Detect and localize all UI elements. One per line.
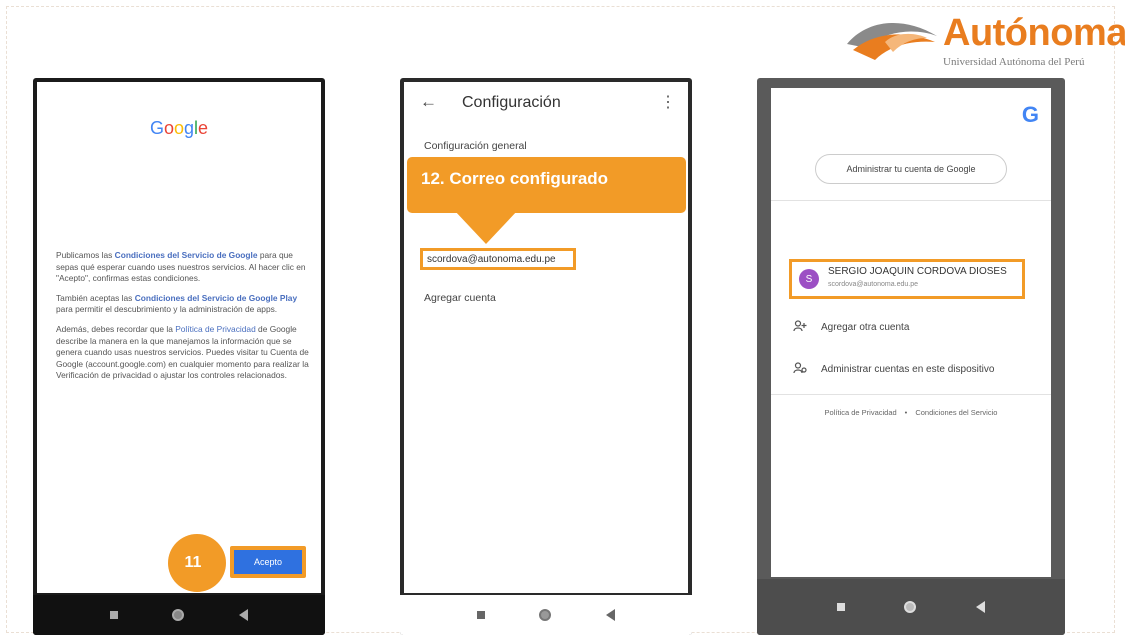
add-person-icon — [793, 320, 815, 335]
logo-subtitle: Universidad Autónoma del Perú — [943, 56, 1085, 68]
app-bar: ← Configuración ⋮ — [404, 82, 688, 126]
google-g-icon: G — [1021, 102, 1039, 127]
recents-icon[interactable] — [477, 611, 486, 619]
terms-text: Publicamos las Condiciones del Servicio … — [56, 250, 309, 381]
callout-text: 12. Correo configurado — [421, 169, 609, 188]
terms-of-service-link[interactable]: Condiciones del Servicio — [915, 408, 997, 417]
phone-settings-screen: ← Configuración ⋮ Configuración general … — [400, 78, 692, 635]
home-icon[interactable] — [539, 609, 552, 621]
kebab-menu-icon[interactable]: ⋮ — [660, 92, 676, 112]
manage-account-button[interactable]: Administrar tu cuenta de Google — [815, 154, 1007, 184]
screen: G Administrar tu cuenta de Google S SERG… — [771, 88, 1051, 577]
google-logo: Google — [149, 118, 209, 138]
account-name: SERGIO JOAQUIN CORDOVA DIOSES — [828, 266, 1007, 277]
accept-button[interactable]: Acepto — [234, 550, 302, 574]
avatar: S — [799, 269, 819, 289]
android-navbar — [400, 595, 692, 635]
privacy-link[interactable]: Política de Privacidad — [175, 324, 256, 334]
add-other-account-item[interactable]: Agregar otra cuenta — [793, 320, 909, 335]
android-navbar — [757, 579, 1065, 635]
section-general[interactable]: Configuración general — [424, 140, 527, 152]
divider — [771, 394, 1051, 395]
logo-swoosh-icon — [847, 22, 937, 60]
step-callout: 12. Correo configurado — [407, 157, 686, 213]
accept-highlight: Acepto — [230, 546, 306, 578]
back-icon[interactable] — [605, 609, 615, 621]
phone-terms-screen: Google Publicamos las Condiciones del Se… — [33, 78, 325, 635]
phone-account-picker: G Administrar tu cuenta de Google S SERG… — [757, 78, 1065, 635]
divider — [771, 200, 1051, 201]
callout-pointer — [454, 210, 518, 244]
arrow-left-icon[interactable]: ← — [420, 92, 437, 112]
back-icon[interactable] — [976, 601, 986, 613]
add-account-item[interactable]: Agregar cuenta — [424, 292, 496, 304]
email-account-item[interactable]: scordova@autonoma.edu.pe — [420, 248, 576, 270]
email-text: scordova@autonoma.edu.pe — [427, 254, 556, 265]
account-email: scordova@autonoma.edu.pe — [828, 281, 918, 288]
page-title: Configuración — [462, 94, 561, 111]
recents-icon[interactable] — [110, 611, 119, 619]
manage-accounts-icon — [793, 362, 815, 377]
screen: ← Configuración ⋮ Configuración general … — [404, 82, 688, 593]
footer-links: Política de Privacidad • Condiciones del S… — [824, 408, 998, 417]
recents-icon[interactable] — [836, 603, 845, 611]
play-terms-link[interactable]: Condiciones del Servicio de Google Play — [135, 293, 297, 303]
terms-link[interactable]: Condiciones del Servicio de Google — [115, 250, 258, 260]
android-navbar — [33, 595, 325, 635]
screen: Google Publicamos las Condiciones del Se… — [37, 82, 321, 593]
account-item[interactable]: S SERGIO JOAQUIN CORDOVA DIOSES scordova… — [789, 259, 1025, 299]
university-logo: Autónoma Universidad Autónoma del Perú — [845, 12, 1125, 70]
step-badge: 11 — [168, 534, 226, 592]
logo-wordmark: Autónoma — [943, 12, 1125, 54]
back-icon[interactable] — [238, 609, 248, 621]
privacy-policy-link[interactable]: Política de Privacidad — [825, 408, 897, 417]
home-icon[interactable] — [172, 609, 185, 621]
manage-device-accounts-item[interactable]: Administrar cuentas en este dispositivo — [793, 362, 994, 377]
home-icon[interactable] — [904, 601, 917, 613]
